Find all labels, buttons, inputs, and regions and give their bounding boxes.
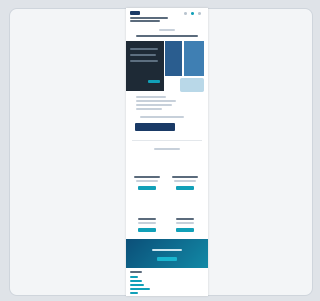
intro-text-line	[136, 108, 162, 110]
hero-panel-line	[130, 48, 158, 50]
footer	[126, 268, 208, 296]
cta-banner	[126, 239, 208, 268]
feature-4-title	[176, 218, 194, 220]
logo-icon[interactable]	[130, 11, 140, 15]
cta-heading	[152, 249, 182, 251]
footer-link[interactable]	[130, 276, 138, 278]
hero-panel-accent	[148, 80, 160, 83]
cta-button[interactable]	[157, 257, 177, 261]
page-thumbnail	[126, 8, 208, 296]
feature-1-button[interactable]	[138, 186, 156, 190]
intro-text-line	[136, 100, 176, 102]
hero-kicker	[159, 29, 175, 31]
footer-link[interactable]	[130, 292, 138, 294]
intro-text-line	[136, 104, 172, 106]
footer-link[interactable]	[130, 280, 142, 282]
feature-2-button[interactable]	[176, 186, 194, 190]
feature-4-text	[176, 222, 194, 224]
feature-4-button[interactable]	[176, 228, 194, 232]
feature-2-text	[174, 180, 196, 182]
intro-text-line	[136, 96, 166, 98]
section-heading	[154, 148, 180, 150]
hero-heading	[136, 35, 198, 37]
search-icon[interactable]	[184, 12, 187, 15]
feature-2-title	[172, 176, 198, 178]
page-title-line	[130, 17, 168, 19]
footer-link[interactable]	[130, 288, 150, 290]
product-image-3[interactable]	[180, 78, 204, 92]
feature-3-title	[138, 218, 156, 220]
button-caption	[140, 116, 184, 118]
feature-1-title	[134, 176, 160, 178]
menu-icon[interactable]	[198, 12, 201, 15]
feature-3-button[interactable]	[138, 228, 156, 232]
product-image-1[interactable]	[165, 41, 182, 76]
feature-1-text	[136, 180, 158, 182]
account-icon[interactable]	[191, 12, 194, 15]
primary-button[interactable]	[135, 123, 175, 131]
footer-heading	[130, 271, 142, 273]
hero-panel-line	[130, 54, 156, 56]
footer-link[interactable]	[130, 284, 144, 286]
feature-3-text	[138, 222, 156, 224]
hero-panel-line	[130, 60, 158, 62]
divider	[132, 140, 202, 141]
page-subtitle-line	[130, 20, 160, 22]
product-image-2[interactable]	[184, 41, 204, 76]
